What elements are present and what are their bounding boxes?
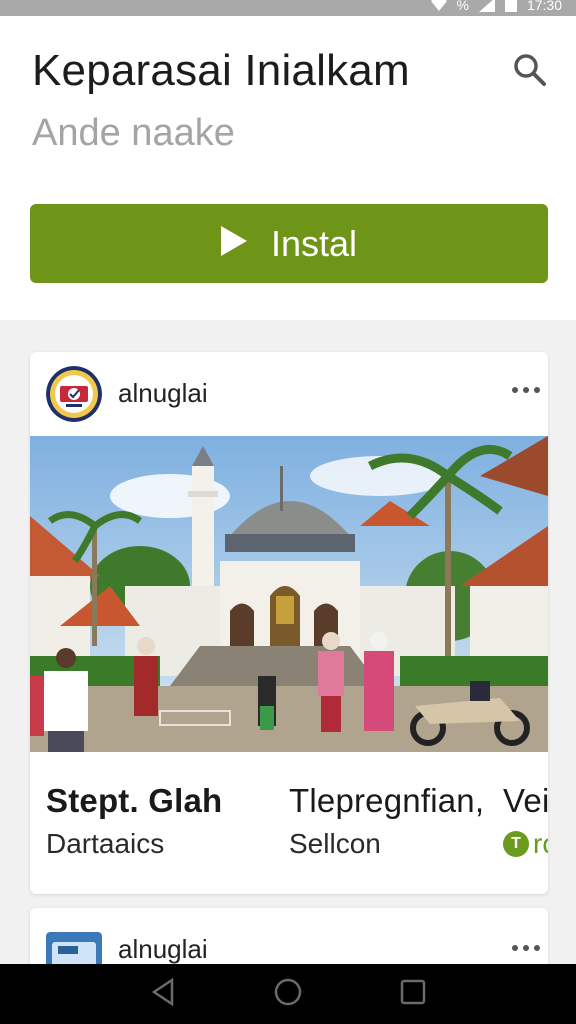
wifi-icon [430, 0, 447, 12]
rating-badge-icon: T [503, 831, 529, 857]
tile-item[interactable]: Tlepregnfian, Sellcon [289, 782, 484, 860]
tile-subtitle: Dartaaics [46, 828, 165, 859]
play-icon [220, 226, 247, 261]
channel-name[interactable]: alnuglai [118, 378, 208, 409]
tile-subtitle: Sellcon [289, 828, 381, 859]
more-icon [512, 945, 518, 951]
tile-title: Stept. Glah [46, 782, 223, 819]
more-options-button[interactable] [508, 936, 544, 960]
recents-button[interactable] [393, 974, 433, 1014]
featured-photo[interactable] [30, 436, 548, 752]
recents-icon [400, 979, 426, 1010]
app-header: Keparasai Inialkam Ande naake Instal [0, 16, 576, 320]
content-card[interactable]: alnuglai [30, 352, 548, 894]
channel-name[interactable]: alnuglai [118, 934, 208, 965]
app-title: Keparasai Inialkam [32, 46, 410, 95]
clock-time: 17:30 [526, 0, 562, 13]
back-button[interactable] [143, 974, 183, 1014]
install-button[interactable]: Instal [30, 204, 548, 283]
home-icon [274, 978, 302, 1011]
channel-avatar[interactable] [46, 366, 102, 422]
tile-title: Tlepregnfian, [289, 782, 485, 819]
install-button-label: Instal [270, 222, 358, 264]
system-nav-bar [0, 964, 576, 1024]
app-subtitle: Ande naake [32, 112, 235, 154]
more-options-button[interactable] [508, 378, 544, 402]
home-button[interactable] [268, 974, 308, 1014]
status-bar: % 17:30 [0, 0, 576, 16]
back-icon [150, 977, 176, 1011]
signal-percent-label: % [456, 0, 469, 13]
tile-item[interactable]: Stept. Glah Dartaaics [46, 782, 222, 860]
card-header: alnuglai [30, 352, 548, 436]
search-button[interactable] [510, 52, 550, 92]
tile-item[interactable]: Vei T ro [503, 782, 548, 860]
search-icon [513, 53, 547, 92]
app-tiles-row: Stept. Glah Dartaaics Tlepregnfian, Sell… [30, 752, 548, 894]
signal-icon [478, 0, 495, 12]
more-icon [512, 387, 518, 393]
battery-icon [504, 0, 517, 12]
tile-title: Vei [503, 782, 548, 819]
tile-subtitle: T ro [503, 828, 548, 860]
